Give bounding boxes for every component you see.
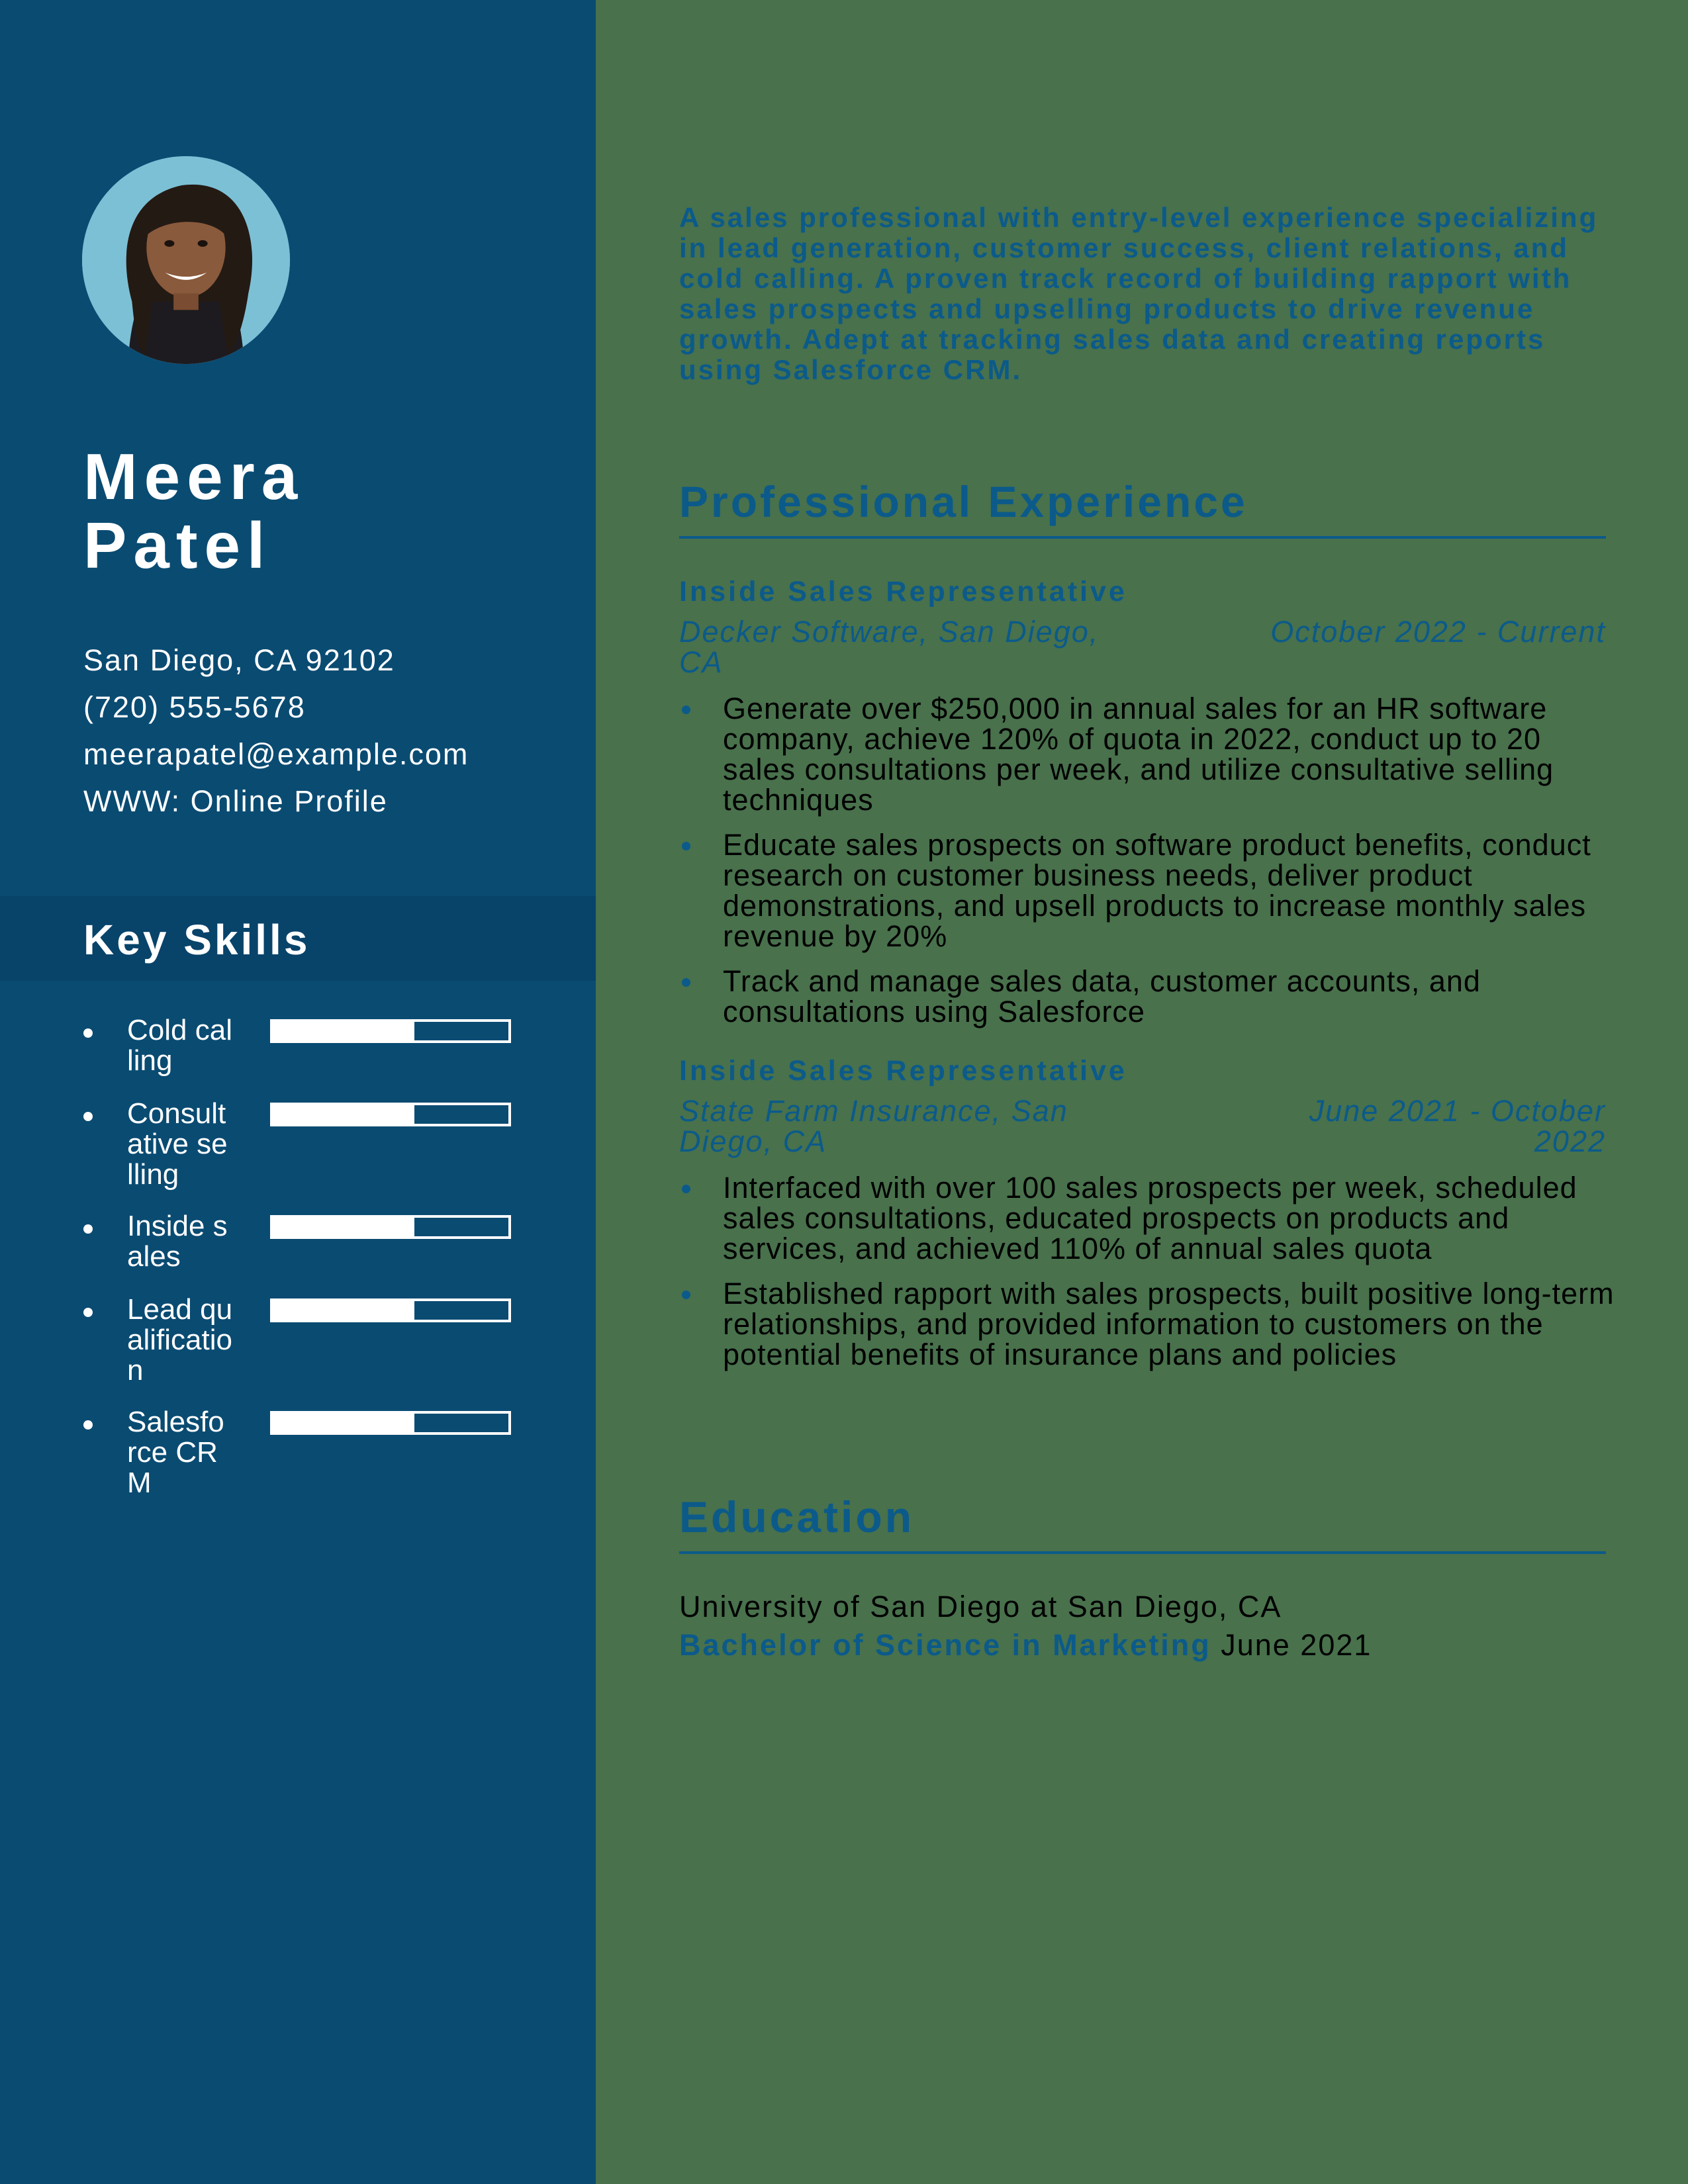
bullet-icon [682,1185,690,1193]
job-bullet: Generate over $250,000 in annual sales f… [679,694,1619,815]
skill-level-bar [270,1215,511,1239]
bullet-icon [682,1291,690,1299]
education-date: June 2021 [1221,1628,1372,1662]
skill-level-fill [273,1414,414,1432]
skill-item: Lead qualification [79,1295,543,1407]
last-name: Patel [83,509,272,582]
skill-level-bar [270,1019,511,1043]
job-title: Inside Sales Representative [679,576,1127,608]
skills-list: Cold calling Consultative selling Inside… [79,1015,543,1506]
skill-level-fill [273,1301,414,1320]
contact-info: San Diego, CA 92102 (720) 555-5678 meera… [83,637,573,825]
skills-title: Key Skills [83,916,310,964]
job-bullet-text: Established rapport with sales prospects… [723,1277,1615,1371]
skill-level-fill [273,1218,414,1236]
job-dates: June 2021 - October 2022 [1309,1094,1606,1158]
skill-item: Cold calling [79,1015,543,1099]
job-dates: October 2022 - Current [1270,615,1606,649]
job-bullet: Established rapport with sales prospects… [679,1279,1619,1370]
job-bullet: Educate sales prospects on software prod… [679,830,1619,952]
contact-phone: (720) 555-5678 [83,690,306,724]
profile-photo [82,156,290,364]
bullet-icon [83,1112,93,1121]
skill-level-bar [270,1298,511,1322]
skill-level-bar [270,1103,511,1126]
sidebar: Meera Patel San Diego, CA 92102 (720) 55… [0,0,596,2184]
skill-label: Inside sales [127,1210,228,1273]
education-degree: Bachelor of Science in Marketing [679,1628,1211,1662]
job-company: State Farm Insurance, San Diego, CA [679,1094,1068,1158]
job-bullet: Interfaced with over 100 sales prospects… [679,1173,1619,1264]
skill-level-bar [270,1411,511,1435]
job-company: Decker Software, San Diego, CA [679,615,1100,679]
experience-divider [679,536,1606,539]
skill-label: Cold calling [127,1014,232,1077]
skill-item: Inside sales [79,1211,543,1295]
skill-level-fill [273,1022,414,1040]
first-name: Meera [83,440,305,513]
education-school: University of San Diego at San Diego, CA [679,1590,1282,1623]
bullet-icon [83,1224,93,1234]
skill-label: Lead qualification [127,1293,233,1387]
job-bullet-text: Generate over $250,000 in annual sales f… [723,692,1554,817]
contact-address: San Diego, CA 92102 [83,643,395,677]
education-section-title: Education [679,1492,915,1541]
portrait-photo-icon [82,156,290,364]
skill-item: Salesforce CRM [79,1407,543,1506]
job-bullet-text: Educate sales prospects on software prod… [723,828,1591,953]
job-bullet: Track and manage sales data, customer ac… [679,966,1619,1027]
bullet-icon [682,842,690,850]
summary-text: A sales professional with entry-level ex… [679,202,1599,385]
education-degree-line: Bachelor of Science in Marketing June 20… [679,1627,1606,1664]
skill-label: Salesforce CRM [127,1406,224,1499]
job-bullets: Interfaced with over 100 sales prospects… [679,1173,1619,1385]
job-title: Inside Sales Representative [679,1055,1127,1087]
skill-level-fill [273,1105,414,1124]
bullet-icon [83,1308,93,1317]
bullet-icon [682,705,690,714]
bullet-icon [682,978,690,987]
contact-website[interactable]: WWW: Online Profile [83,778,573,825]
job-bullet-text: Track and manage sales data, customer ac… [723,964,1481,1028]
skill-label: Consultative selling [127,1097,228,1191]
experience-section-title: Professional Experience [679,477,1248,526]
job-bullets: Generate over $250,000 in annual sales f… [679,694,1619,1042]
candidate-name: Meera Patel [83,442,560,580]
contact-email[interactable]: meerapatel@example.com [83,731,573,778]
job-bullet-text: Interfaced with over 100 sales prospects… [723,1171,1577,1265]
bullet-icon [83,1028,93,1038]
skill-item: Consultative selling [79,1099,543,1211]
education-divider [679,1551,1606,1554]
bullet-icon [83,1420,93,1430]
